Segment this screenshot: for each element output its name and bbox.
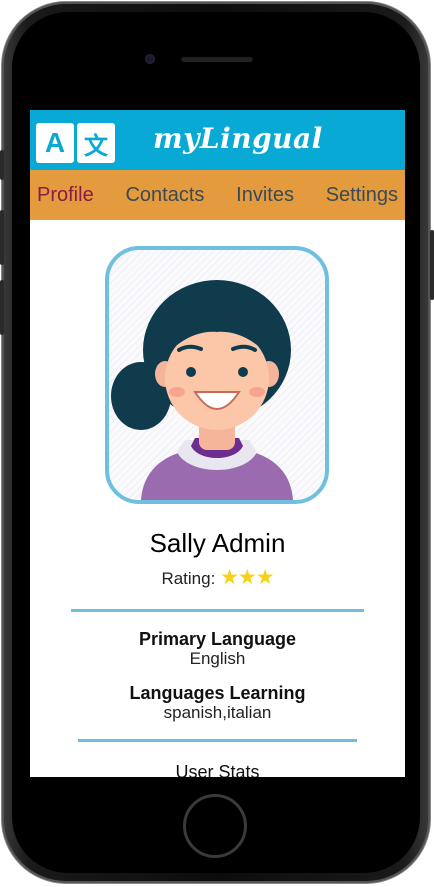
star-icon: ★: [255, 566, 275, 589]
star-icon: ★: [220, 566, 239, 589]
star-icon: ★: [237, 566, 257, 589]
tab-contacts[interactable]: Contacts: [125, 184, 204, 207]
power-button: [430, 230, 434, 300]
volume-down-button: [0, 280, 4, 335]
rating-stars: ★★★: [220, 566, 275, 589]
languages-learning-title: Languages Learning: [129, 683, 306, 703]
home-button[interactable]: [183, 794, 247, 858]
avatar-illustration: [111, 280, 293, 500]
app-screen: A 文 myLingual Profile Contacts Invites S…: [30, 110, 405, 777]
tab-invites[interactable]: Invites: [236, 184, 294, 207]
divider: [71, 609, 364, 612]
earpiece-speaker: [181, 56, 253, 62]
front-camera: [145, 54, 155, 64]
volume-up-button: [0, 210, 4, 265]
profile-name: Sally Admin: [149, 528, 286, 558]
app-title: myLingual: [153, 122, 323, 155]
divider: [78, 739, 357, 742]
tab-bar: Profile Contacts Invites Settings: [30, 170, 405, 220]
rating-label: Rating:: [161, 569, 216, 588]
tab-settings[interactable]: Settings: [326, 184, 398, 207]
app-header: A 文 myLingual: [30, 110, 405, 170]
rating-row: Rating: ★★★: [30, 565, 405, 590]
app-logo[interactable]: A 文: [36, 123, 115, 163]
logo-latin-tile: A: [36, 123, 74, 163]
user-stats-title: User Stats: [175, 762, 260, 777]
logo-chinese-tile: 文: [77, 123, 115, 163]
mute-switch: [0, 150, 4, 180]
primary-language-value: English: [189, 649, 246, 668]
languages-learning-value: spanish,italian: [163, 703, 272, 722]
avatar: [105, 246, 329, 504]
tab-profile[interactable]: Profile: [37, 184, 94, 207]
primary-language-title: Primary Language: [138, 629, 297, 649]
